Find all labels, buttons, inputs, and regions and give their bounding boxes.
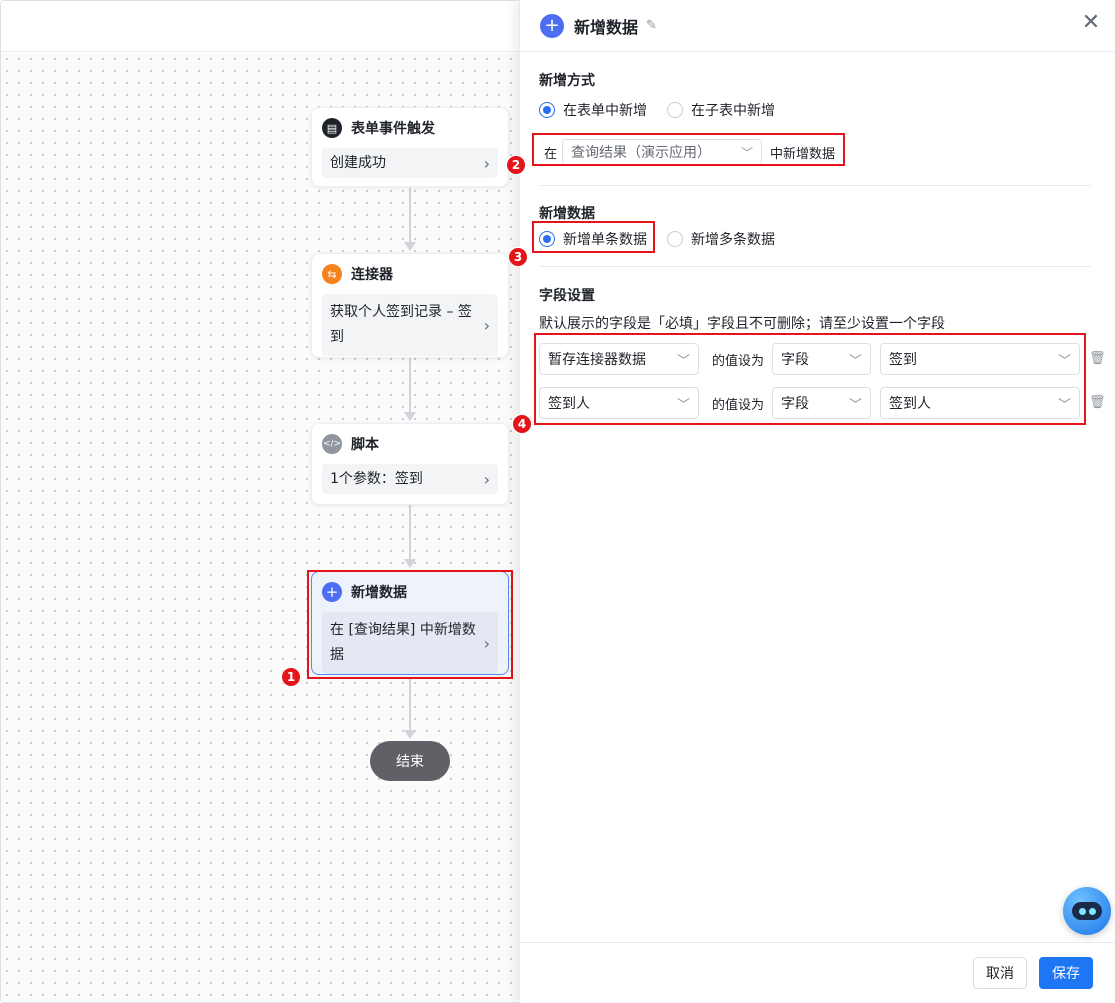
radio-label: 新增多条数据 xyxy=(691,232,775,248)
connector-arrow xyxy=(404,730,416,739)
plus-icon: + xyxy=(540,13,564,38)
connector-arrow xyxy=(404,412,416,421)
connector-line xyxy=(409,358,411,412)
drawer-title: 新增数据 xyxy=(574,17,639,37)
radio-dot xyxy=(667,231,683,247)
trash-icon[interactable]: 🗑 xyxy=(1089,395,1106,410)
flow-node-connector[interactable]: ⇆ 连接器 获取个人签到记录 – 签到 › xyxy=(311,253,509,358)
save-button[interactable]: 保存 xyxy=(1039,957,1093,989)
radio-add-in-form[interactable]: 在表单中新增 xyxy=(539,100,647,120)
node-title: 连接器 xyxy=(351,267,393,283)
bot-eye xyxy=(1088,907,1096,915)
assistant-bot-icon[interactable] xyxy=(1063,887,1111,935)
annotation-box xyxy=(534,333,1086,425)
connector-line xyxy=(409,678,411,730)
node-title: 表单事件触发 xyxy=(351,121,435,137)
chevron-right-icon: › xyxy=(483,153,490,173)
annotation-box xyxy=(307,570,513,679)
radio-multiple-records[interactable]: 新增多条数据 xyxy=(667,229,775,249)
cancel-button[interactable]: 取消 xyxy=(973,957,1027,989)
end-node[interactable]: 结束 xyxy=(370,741,450,781)
connector-arrow xyxy=(404,559,416,568)
annotation-box xyxy=(532,133,845,166)
node-summary: 创建成功 xyxy=(330,154,386,171)
close-icon[interactable]: ✕ xyxy=(1079,12,1103,36)
annotation-badge: 2 xyxy=(506,155,526,175)
connector-icon: ⇆ xyxy=(322,264,342,284)
pencil-icon[interactable]: ✎ xyxy=(646,18,657,33)
canvas-grid xyxy=(1,53,521,1002)
radio-label: 在表单中新增 xyxy=(563,103,647,119)
radio-dot xyxy=(539,102,555,118)
document-icon: ▤ xyxy=(322,118,342,138)
annotation-badge: 1 xyxy=(281,667,301,687)
node-summary: 1个参数：签到 xyxy=(330,470,423,487)
annotation-badge: 3 xyxy=(508,247,528,267)
section-title-fields: 字段设置 xyxy=(539,288,595,304)
radio-label: 在子表中新增 xyxy=(691,103,775,119)
connector-arrow xyxy=(404,242,416,251)
chevron-right-icon: › xyxy=(483,315,490,335)
section-title-add-mode: 新增方式 xyxy=(539,73,595,89)
radio-dot xyxy=(667,102,683,118)
chevron-right-icon: › xyxy=(483,469,490,489)
fields-hint: 默认展示的字段是「必填」字段且不可删除；请至少设置一个字段 xyxy=(539,316,945,332)
bot-face xyxy=(1072,902,1102,920)
connector-line xyxy=(409,505,411,559)
annotation-box xyxy=(532,221,655,253)
trash-icon[interactable]: 🗑 xyxy=(1089,351,1106,366)
section-divider xyxy=(539,266,1091,267)
code-icon: </> xyxy=(322,434,342,454)
connector-line xyxy=(409,188,411,242)
node-title: 脚本 xyxy=(351,437,379,453)
flow-node-script[interactable]: </> 脚本 1个参数：签到 › xyxy=(311,423,509,505)
canvas-toolbar xyxy=(1,1,521,52)
node-summary: 获取个人签到记录 – 签到 xyxy=(330,304,472,345)
annotation-badge: 4 xyxy=(512,414,532,434)
bot-eye xyxy=(1078,907,1086,915)
radio-add-in-subtable[interactable]: 在子表中新增 xyxy=(667,100,775,120)
flow-node-form-trigger[interactable]: ▤ 表单事件触发 创建成功 › xyxy=(311,107,509,187)
section-divider xyxy=(539,185,1091,186)
section-title-add-data: 新增数据 xyxy=(539,206,595,222)
